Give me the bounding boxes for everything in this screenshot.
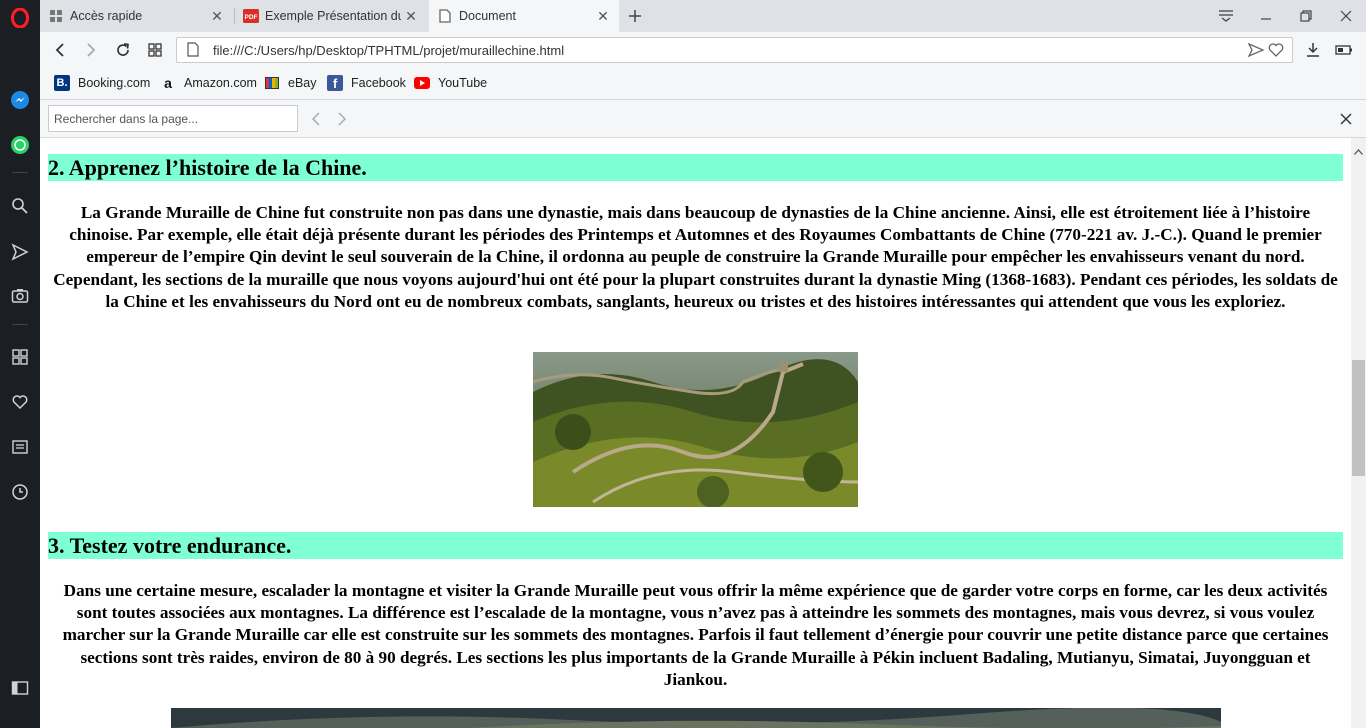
bookmark-label: Booking.com <box>78 76 151 90</box>
close-find-bar-icon[interactable] <box>1336 109 1356 129</box>
great-wall-panorama-photo <box>171 708 1221 728</box>
tab-title: Exemple Présentation du p <box>265 9 401 23</box>
bookmark-ebay[interactable]: eBay <box>264 75 317 91</box>
speed-dial-icon <box>48 8 64 24</box>
bookmark-label: eBay <box>288 76 317 90</box>
booking-icon: B. <box>54 75 70 91</box>
navigation-bar: file:///C:/Users/hp/Desktop/TPHTML/proje… <box>40 32 1366 68</box>
youtube-icon <box>414 75 430 91</box>
news-icon[interactable] <box>8 435 32 459</box>
camera-icon[interactable] <box>8 284 32 308</box>
find-previous-icon[interactable] <box>306 109 326 129</box>
bookmark-facebook[interactable]: f Facebook <box>327 75 406 91</box>
messenger-icon[interactable] <box>8 88 32 112</box>
send-to-flow-icon[interactable] <box>1247 42 1265 62</box>
battery-saver-icon[interactable] <box>1332 38 1356 62</box>
download-icon[interactable] <box>1301 38 1325 62</box>
bookmark-booking[interactable]: B. Booking.com <box>54 75 150 91</box>
tabs-overview-icon[interactable] <box>143 38 167 62</box>
address-bar[interactable]: file:///C:/Users/hp/Desktop/TPHTML/proje… <box>176 37 1293 63</box>
scroll-up-arrow-icon[interactable] <box>1354 142 1363 160</box>
back-icon[interactable] <box>48 38 72 62</box>
tab-strip: Accès rapide ✕ PDF Exemple Présentation … <box>40 0 1366 32</box>
amazon-icon: a <box>164 75 172 91</box>
page-info-icon[interactable] <box>187 42 199 62</box>
speed-dial-icon[interactable] <box>8 345 32 369</box>
tab-menu-icon[interactable] <box>1206 0 1246 32</box>
section-3-paragraph: Dans une certaine mesure, escalader la m… <box>62 581 1329 689</box>
find-in-page-bar <box>40 100 1366 138</box>
flow-send-icon[interactable] <box>8 240 32 264</box>
find-in-page-input[interactable] <box>48 105 298 132</box>
bookmark-label: Facebook <box>351 76 406 90</box>
bookmark-label: YouTube <box>438 76 488 90</box>
reload-icon[interactable] <box>111 38 135 62</box>
search-icon[interactable] <box>8 194 32 218</box>
tab-close-icon[interactable]: ✕ <box>593 8 613 25</box>
forward-icon[interactable] <box>79 38 103 62</box>
tab-title: Document <box>459 9 516 23</box>
opera-logo-icon[interactable] <box>8 6 32 30</box>
bookmark-heart-icon[interactable] <box>1268 43 1284 62</box>
ebay-icon <box>264 75 280 91</box>
tab-close-icon[interactable]: ✕ <box>207 8 227 25</box>
scrollbar-thumb[interactable] <box>1352 360 1365 476</box>
whatsapp-icon[interactable] <box>8 133 32 157</box>
url-text[interactable]: file:///C:/Users/hp/Desktop/TPHTML/proje… <box>213 43 564 58</box>
bookmark-amazon[interactable]: a Amazon.com <box>160 75 257 91</box>
section-2-heading: 2. Apprenez l’histoire de la Chine. <box>48 154 1343 181</box>
history-clock-icon[interactable] <box>8 480 32 504</box>
minimize-icon[interactable] <box>1246 0 1286 32</box>
bookmark-label: Amazon.com <box>184 76 257 90</box>
tab-speed-dial[interactable]: Accès rapide ✕ <box>40 0 233 32</box>
facebook-icon: f <box>327 75 343 91</box>
find-next-icon[interactable] <box>332 109 352 129</box>
restore-window-icon[interactable] <box>1286 0 1326 32</box>
pdf-icon: PDF <box>243 8 259 24</box>
document-icon <box>437 8 453 24</box>
heart-icon[interactable] <box>8 390 32 414</box>
great-wall-photo <box>533 352 858 507</box>
tab-pdf[interactable]: PDF Exemple Présentation du p ✕ <box>235 0 427 32</box>
tab-document[interactable]: Document ✕ <box>429 0 619 32</box>
tab-title: Accès rapide <box>70 9 143 23</box>
section-2-paragraph: La Grande Muraille de Chine fut construi… <box>53 203 1338 311</box>
section-3-heading: 3. Testez votre endurance. <box>48 532 1343 559</box>
page-scrollbar[interactable] <box>1351 138 1366 728</box>
bookmark-youtube[interactable]: YouTube <box>414 75 487 91</box>
svg-text:PDF: PDF <box>245 14 258 21</box>
bookmarks-bar: B. Booking.com a Amazon.com eBay f Faceb… <box>40 68 1366 100</box>
close-window-icon[interactable] <box>1326 0 1366 32</box>
tab-close-icon[interactable]: ✕ <box>401 8 421 25</box>
opera-sidebar <box>0 0 40 728</box>
sidebar-toggle-icon[interactable] <box>8 676 32 700</box>
new-tab-plus-icon[interactable] <box>617 0 653 32</box>
page-content: 2. Apprenez l’histoire de la Chine. La G… <box>40 138 1351 728</box>
